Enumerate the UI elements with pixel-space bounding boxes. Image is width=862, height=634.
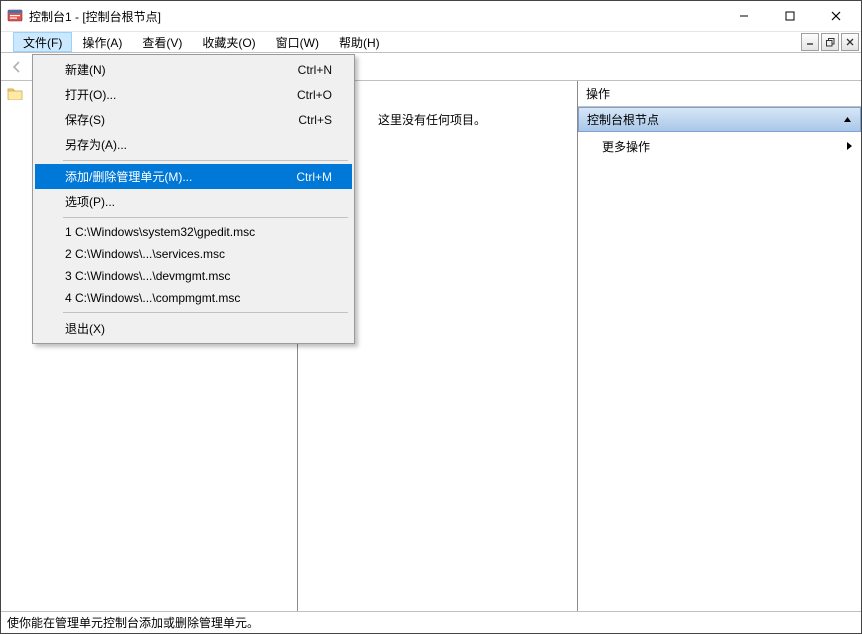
menu-item-mru-4[interactable]: 4 C:\Windows\...\compmgmt.msc	[35, 287, 352, 309]
menu-item-label: 1 C:\Windows\system32\gpedit.msc	[65, 225, 255, 239]
menu-action[interactable]: 操作(A)	[72, 32, 132, 52]
mdi-minimize-button[interactable]	[801, 33, 819, 51]
menu-item-mru-3[interactable]: 3 C:\Windows\...\devmgmt.msc	[35, 265, 352, 287]
menu-item-mru-2[interactable]: 2 C:\Windows\...\services.msc	[35, 243, 352, 265]
back-button[interactable]	[5, 55, 29, 79]
menu-separator	[63, 160, 348, 161]
mdi-close-button[interactable]	[841, 33, 859, 51]
menu-separator	[63, 217, 348, 218]
menu-item-label: 打开(O)...	[65, 86, 116, 103]
menubar: 文件(F) 操作(A) 查看(V) 收藏夹(O) 窗口(W) 帮助(H)	[1, 31, 861, 53]
app-icon	[7, 8, 23, 24]
menu-item-label: 添加/删除管理单元(M)...	[65, 168, 192, 185]
menu-item-label: 退出(X)	[65, 320, 105, 337]
actions-header: 操作	[578, 81, 861, 107]
menu-item-label: 3 C:\Windows\...\devmgmt.msc	[65, 269, 230, 283]
menu-item-shortcut: Ctrl+O	[297, 88, 332, 102]
menu-item-mru-1[interactable]: 1 C:\Windows\system32\gpedit.msc	[35, 221, 352, 243]
menu-item-label: 新建(N)	[65, 61, 106, 78]
menu-item-shortcut: Ctrl+M	[296, 170, 332, 184]
menu-item-label: 另存为(A)...	[65, 136, 127, 153]
menu-item-new[interactable]: 新建(N) Ctrl+N	[35, 57, 352, 82]
menu-view[interactable]: 查看(V)	[132, 32, 192, 52]
menu-favorites[interactable]: 收藏夹(O)	[192, 32, 265, 52]
menu-item-shortcut: Ctrl+N	[298, 63, 332, 77]
maximize-button[interactable]	[767, 1, 813, 31]
actions-pane: 操作 控制台根节点 更多操作	[578, 81, 861, 611]
mdi-restore-button[interactable]	[821, 33, 839, 51]
menu-item-label: 保存(S)	[65, 111, 105, 128]
menu-item-options[interactable]: 选项(P)...	[35, 189, 352, 214]
menu-help[interactable]: 帮助(H)	[329, 32, 390, 52]
menu-item-label: 4 C:\Windows\...\compmgmt.msc	[65, 291, 240, 305]
menu-file[interactable]: 文件(F)	[13, 32, 72, 52]
menu-item-open[interactable]: 打开(O)... Ctrl+O	[35, 82, 352, 107]
menu-item-label: 选项(P)...	[65, 193, 115, 210]
actions-more-label: 更多操作	[602, 138, 650, 155]
window-controls	[721, 1, 859, 31]
file-menu-dropdown: 新建(N) Ctrl+N 打开(O)... Ctrl+O 保存(S) Ctrl+…	[32, 54, 355, 344]
menu-item-save[interactable]: 保存(S) Ctrl+S	[35, 107, 352, 132]
mmc-window: 控制台1 - [控制台根节点] 文件(F) 操作(A) 查看(V) 收藏夹(O)…	[0, 0, 862, 634]
close-button[interactable]	[813, 1, 859, 31]
menu-separator	[63, 312, 348, 313]
status-text: 使你能在管理单元控制台添加或删除管理单元。	[7, 614, 259, 631]
folder-icon	[7, 86, 23, 100]
actions-section-title[interactable]: 控制台根节点	[578, 107, 861, 132]
menu-item-label: 2 C:\Windows\...\services.msc	[65, 247, 225, 261]
menu-item-shortcut: Ctrl+S	[298, 113, 332, 127]
collapse-icon	[843, 113, 852, 127]
menu-item-exit[interactable]: 退出(X)	[35, 316, 352, 341]
window-title: 控制台1 - [控制台根节点]	[29, 8, 721, 25]
titlebar: 控制台1 - [控制台根节点]	[1, 1, 861, 31]
mdi-controls	[799, 33, 859, 51]
minimize-button[interactable]	[721, 1, 767, 31]
menu-item-add-remove-snapin[interactable]: 添加/删除管理单元(M)... Ctrl+M	[35, 164, 352, 189]
actions-section-label: 控制台根节点	[587, 111, 659, 128]
actions-more-row[interactable]: 更多操作	[578, 132, 861, 161]
chevron-right-icon	[845, 140, 853, 154]
empty-message: 这里没有任何项目。	[378, 113, 486, 127]
menu-item-save-as[interactable]: 另存为(A)...	[35, 132, 352, 157]
menu-window[interactable]: 窗口(W)	[266, 32, 329, 52]
statusbar: 使你能在管理单元控制台添加或删除管理单元。	[1, 611, 861, 633]
